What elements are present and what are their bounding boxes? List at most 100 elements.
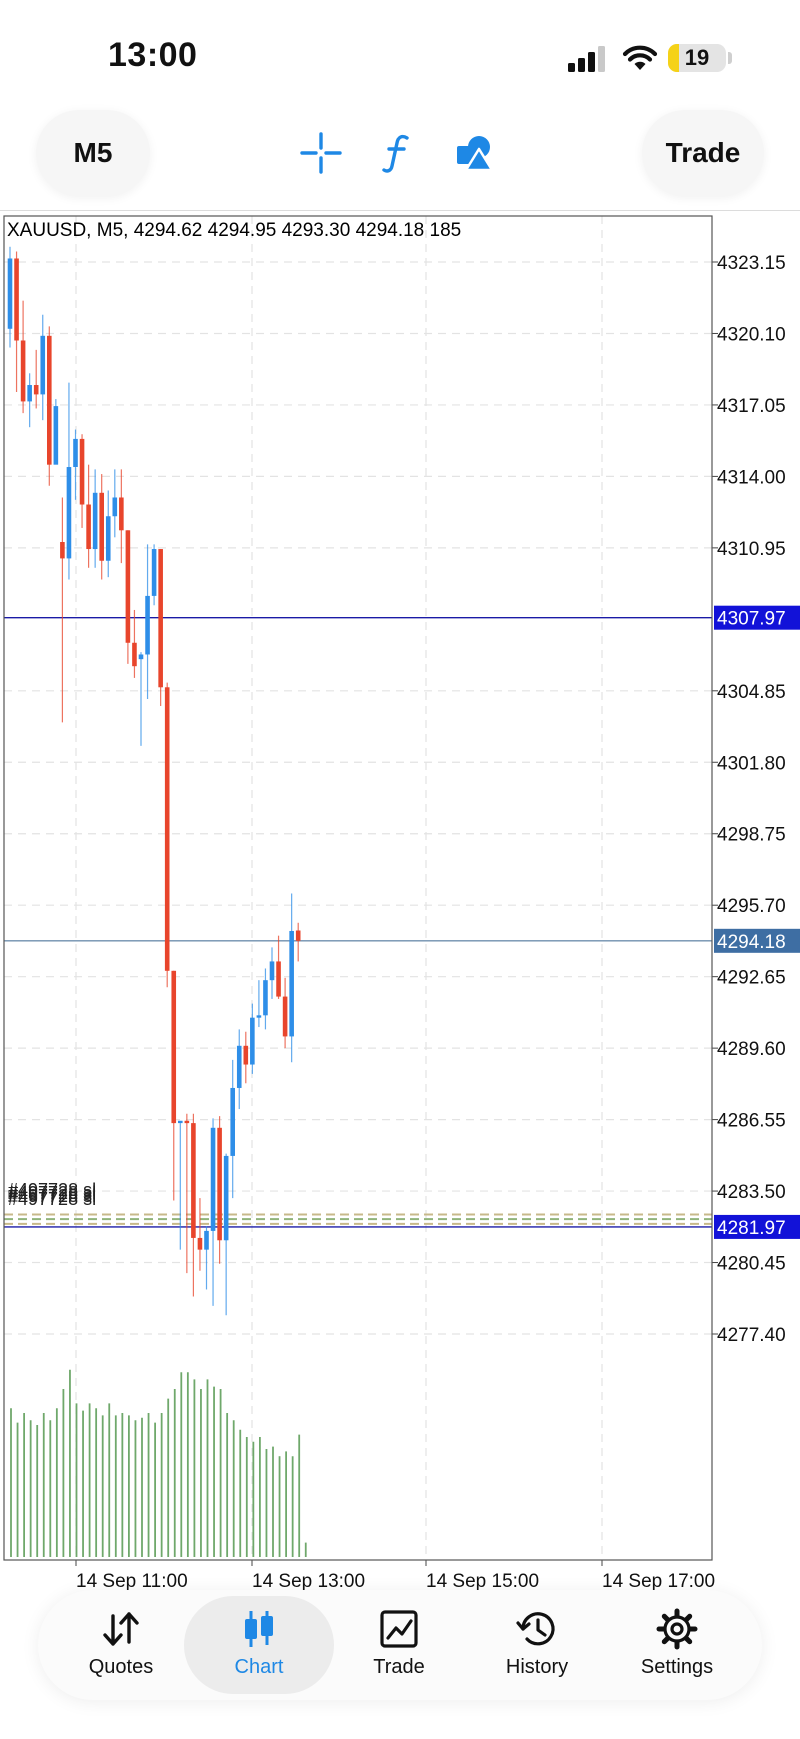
wifi-icon bbox=[622, 45, 658, 70]
nav-trade-label: Trade bbox=[373, 1656, 425, 1678]
y-tick-label: 4310.95 bbox=[717, 539, 786, 560]
trade-chart-icon bbox=[380, 1610, 418, 1648]
nav-quotes-label: Quotes bbox=[88, 1656, 154, 1678]
y-tick-label: 4292.65 bbox=[717, 968, 786, 989]
toolbar-divider bbox=[0, 210, 800, 211]
y-tick-label: 4301.80 bbox=[717, 753, 786, 774]
y-tick-label: 4289.60 bbox=[717, 1039, 786, 1060]
candle-body bbox=[256, 1015, 262, 1018]
candle-body bbox=[243, 1045, 249, 1065]
candle-body bbox=[14, 258, 19, 341]
y-tick-label: 4298.75 bbox=[717, 825, 786, 846]
candle-body bbox=[92, 492, 98, 550]
price-line-label: 4294.18 bbox=[717, 932, 786, 953]
x-tick-label: 14 Sep 15:00 bbox=[426, 1571, 539, 1592]
candle-body bbox=[47, 335, 52, 465]
candle-body bbox=[86, 504, 91, 550]
history-clock-icon bbox=[516, 1612, 555, 1646]
settings-gear-icon bbox=[656, 1608, 698, 1650]
cellular-signal-icon bbox=[568, 46, 605, 72]
y-tick-label: 4286.55 bbox=[717, 1111, 786, 1132]
battery-tip bbox=[728, 52, 732, 64]
y-tick-label: 4320.10 bbox=[717, 324, 786, 345]
candle-body bbox=[263, 980, 268, 1016]
y-tick-label: 4295.70 bbox=[717, 896, 786, 917]
trade-button[interactable]: Trade bbox=[642, 110, 764, 196]
nav-settings[interactable]: Settings bbox=[602, 1596, 752, 1694]
candle-body bbox=[230, 1087, 235, 1156]
candle-body bbox=[125, 530, 131, 643]
nav-chart-label: Chart bbox=[234, 1656, 284, 1678]
candle-body bbox=[132, 642, 137, 667]
candle-body bbox=[269, 961, 275, 981]
status-bar: 13:00 19 bbox=[0, 0, 800, 110]
y-tick-label: 4277.40 bbox=[717, 1325, 786, 1346]
nav-history-label: History bbox=[505, 1656, 569, 1678]
candle-body bbox=[105, 516, 111, 561]
candle-body bbox=[276, 961, 281, 997]
candle-body bbox=[27, 385, 32, 402]
price-chart[interactable]: 4323.15 4320.10 4317.05 4314.00 4310.95 4304.… bbox=[0, 212, 800, 1592]
battery-indicator: 19 bbox=[668, 44, 726, 72]
candle-body bbox=[60, 542, 65, 559]
y-tick-label: 4323.15 bbox=[717, 253, 786, 274]
candle-body bbox=[210, 1127, 216, 1231]
y-tick-label: 4280.45 bbox=[717, 1254, 786, 1275]
x-tick-label: 14 Sep 11:00 bbox=[76, 1571, 188, 1592]
candle-body bbox=[151, 549, 157, 596]
timeframe-button[interactable]: M5 bbox=[36, 110, 150, 196]
candle-body bbox=[158, 549, 163, 688]
candle-body bbox=[178, 1120, 183, 1124]
candle-body bbox=[7, 258, 13, 329]
quotes-arrows-icon bbox=[103, 1612, 139, 1646]
y-tick-label: 4283.50 bbox=[717, 1182, 786, 1203]
shapes-icon[interactable] bbox=[454, 132, 496, 174]
nav-trade[interactable]: Trade bbox=[324, 1596, 474, 1694]
y-tick-label: 4304.85 bbox=[717, 682, 786, 703]
nav-history[interactable]: History bbox=[462, 1596, 612, 1694]
x-tick-label: 14 Sep 13:00 bbox=[252, 1571, 365, 1592]
candle-body bbox=[282, 996, 288, 1037]
candle-body bbox=[138, 654, 144, 660]
candle-body bbox=[40, 335, 46, 395]
candle-body bbox=[295, 930, 301, 941]
candle-body bbox=[164, 687, 170, 971]
price-line-label: 4307.97 bbox=[717, 609, 786, 630]
y-tick-label: 4317.05 bbox=[717, 396, 786, 417]
candle-body bbox=[223, 1155, 229, 1241]
candle-body bbox=[217, 1127, 222, 1241]
candle-body bbox=[197, 1237, 203, 1250]
candle-body bbox=[53, 406, 59, 465]
candle-body bbox=[184, 1120, 190, 1124]
candlestick-chart-icon bbox=[245, 1611, 273, 1647]
nav-quotes[interactable]: Quotes bbox=[46, 1596, 196, 1694]
candle-body bbox=[289, 930, 294, 1037]
candle-body bbox=[250, 1017, 255, 1065]
chart-frame bbox=[3, 215, 713, 1561]
candle-body bbox=[66, 467, 72, 559]
x-tick-label: 14 Sep 17:00 bbox=[602, 1571, 715, 1592]
candle-body bbox=[145, 595, 150, 655]
bottom-navigation: Quotes Chart Trade History Settings bbox=[38, 1590, 762, 1700]
candle-body bbox=[33, 385, 39, 395]
candle-body bbox=[99, 492, 104, 561]
status-time: 13:00 bbox=[108, 36, 198, 74]
chart-info-line: XAUUSD, M5, 4294.62 4294.95 4293.30 4294… bbox=[7, 220, 462, 241]
chart-toolbar: M5 Trade bbox=[0, 110, 800, 211]
candle-body bbox=[191, 1123, 196, 1238]
candle-body bbox=[79, 438, 85, 505]
order-level-label: #497728 sl bbox=[8, 1189, 96, 1209]
chart-canvas[interactable]: 4323.15 4320.10 4317.05 4314.00 4310.95 4304.… bbox=[0, 212, 800, 1592]
candle-body bbox=[112, 497, 118, 517]
candle-body bbox=[73, 438, 78, 468]
candle-body bbox=[20, 340, 26, 402]
nav-settings-label: Settings bbox=[640, 1656, 714, 1678]
nav-chart[interactable]: Chart bbox=[184, 1596, 334, 1694]
crosshair-icon[interactable] bbox=[300, 132, 342, 174]
price-line-label: 4281.97 bbox=[717, 1218, 786, 1239]
candle-body bbox=[236, 1045, 242, 1088]
battery-level: 19 bbox=[684, 45, 710, 70]
y-tick-label: 4314.00 bbox=[717, 467, 786, 488]
candle-body bbox=[204, 1230, 209, 1250]
function-icon[interactable] bbox=[376, 132, 418, 174]
